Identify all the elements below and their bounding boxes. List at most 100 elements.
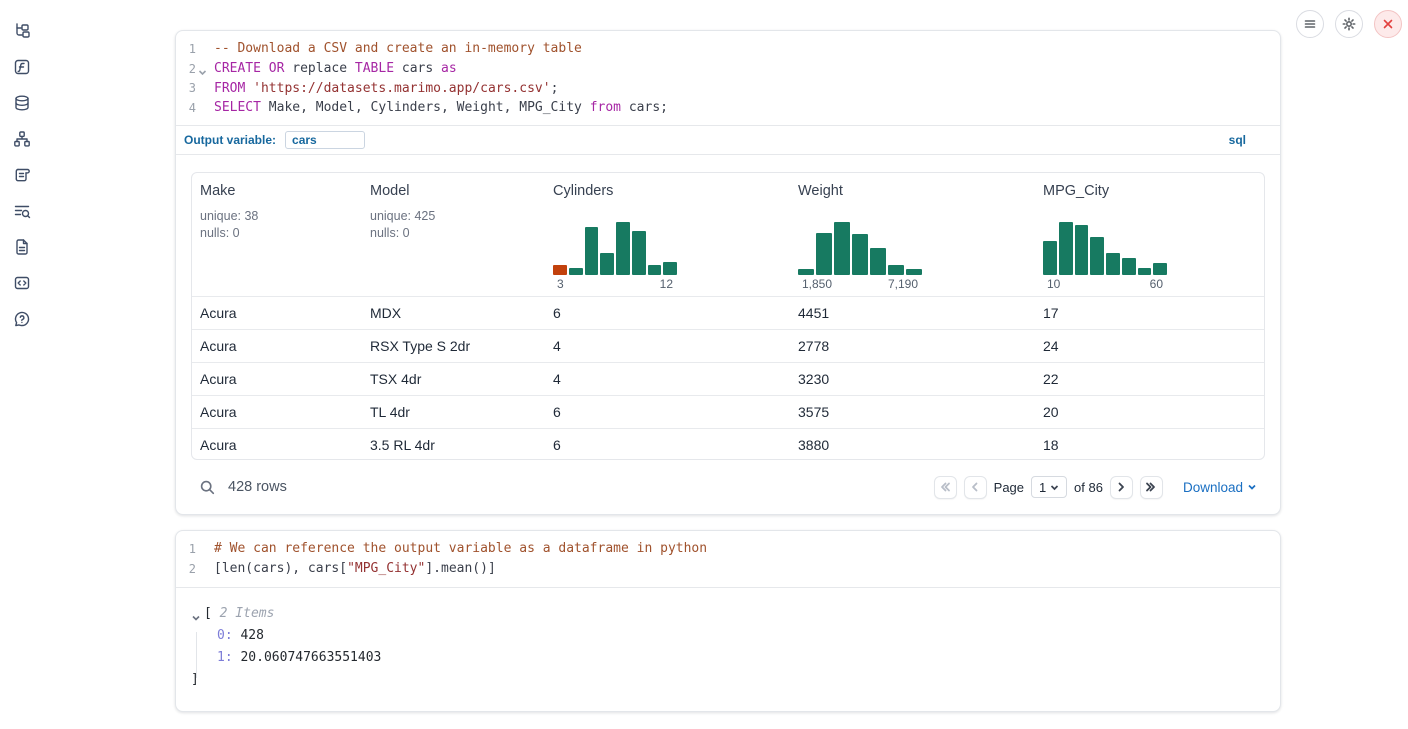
table-column-header: Makeunique: 38nulls: 0 xyxy=(192,173,362,296)
tree-entry: 1: 20.060747663551403 xyxy=(191,647,1280,669)
column-name: Model xyxy=(370,183,545,199)
histogram-bar xyxy=(1122,258,1136,275)
tree-guide-line xyxy=(196,632,197,678)
table-column-header: Modelunique: 425nulls: 0 xyxy=(362,173,545,296)
histogram-bar xyxy=(1059,222,1073,275)
page-total: of 86 xyxy=(1074,480,1103,495)
histogram-bar xyxy=(834,222,850,275)
histogram-bars xyxy=(798,222,922,275)
histogram-bar xyxy=(600,253,614,275)
table-cell: 24 xyxy=(1035,338,1264,354)
line-number: 2 xyxy=(176,62,196,76)
histogram-bar xyxy=(888,265,904,275)
settings-button[interactable] xyxy=(1335,10,1363,38)
column-histogram: 1,8507,190 xyxy=(798,222,922,291)
table-column-header: MPG_City1060 xyxy=(1035,173,1264,296)
fold-chevron-icon[interactable] xyxy=(198,66,207,75)
collapse-chevron-icon[interactable] xyxy=(191,609,201,619)
left-sidebar xyxy=(0,0,44,729)
column-name: Weight xyxy=(798,183,1035,199)
logs-search-icon[interactable] xyxy=(13,202,31,220)
entry-key: 1: xyxy=(217,650,233,665)
table-cell: 4451 xyxy=(790,305,1035,321)
file-tree-icon[interactable] xyxy=(13,22,31,40)
table-row: Acura3.5 RL 4dr6388018 xyxy=(192,428,1264,460)
column-name: Cylinders xyxy=(553,183,790,199)
list-open-bracket: [ xyxy=(204,603,212,625)
histogram-axis-labels: 312 xyxy=(553,277,677,291)
table-body: AcuraMDX6445117AcuraRSX Type S 2dr427782… xyxy=(192,296,1264,460)
hamburger-icon xyxy=(1303,17,1317,31)
code-line: 1 -- Download a CSV and create an in-memo… xyxy=(176,39,1280,59)
code-text: [len(cars), cars["MPG_City"].mean()] xyxy=(214,561,496,576)
histogram-bar xyxy=(616,222,630,275)
histogram-bar xyxy=(1138,268,1152,275)
page-select-value: 1 xyxy=(1039,480,1046,495)
close-icon xyxy=(1381,17,1395,31)
table-cell: RSX Type S 2dr xyxy=(362,338,545,354)
histogram-bar xyxy=(569,268,583,275)
document-icon[interactable] xyxy=(13,238,31,256)
database-icon[interactable] xyxy=(13,94,31,112)
column-name: Make xyxy=(200,183,362,199)
output-variable-label: Output variable: xyxy=(184,133,276,147)
line-number: 1 xyxy=(176,42,196,56)
python-code-editor[interactable]: 1# We can reference the output variable … xyxy=(176,531,1280,588)
download-button[interactable]: Download xyxy=(1183,480,1257,495)
table-cell: Acura xyxy=(192,305,362,321)
row-count: 428 rows xyxy=(228,479,287,495)
code-text: CREATE OR replace TABLE cars as xyxy=(214,61,457,76)
output-variable-input[interactable] xyxy=(285,131,365,149)
histogram-bar xyxy=(663,262,677,275)
sql-code-editor[interactable]: 1 -- Download a CSV and create an in-memo… xyxy=(176,31,1280,125)
histogram-bar xyxy=(553,265,567,275)
histogram-bar xyxy=(1106,253,1120,275)
table-cell: 20 xyxy=(1035,404,1264,420)
function-icon[interactable] xyxy=(13,58,31,76)
table-footer: 428 rows Page 1 of 86 xyxy=(191,460,1265,514)
code-text: -- Download a CSV and create an in-memor… xyxy=(214,41,582,56)
entry-value: 428 xyxy=(233,628,264,643)
chevron-down-icon xyxy=(1247,482,1257,492)
histogram-bar xyxy=(798,269,814,275)
sql-cell: 1 -- Download a CSV and create an in-memo… xyxy=(175,30,1281,515)
menu-button[interactable] xyxy=(1296,10,1324,38)
chevron-down-icon xyxy=(1050,483,1059,492)
histogram-bars xyxy=(553,222,677,275)
entry-key: 0: xyxy=(217,628,233,643)
table-cell: 6 xyxy=(545,305,790,321)
page-select[interactable]: 1 xyxy=(1031,476,1067,498)
script-icon[interactable] xyxy=(13,166,31,184)
table-cell: Acura xyxy=(192,437,362,453)
entry-value: 20.060747663551403 xyxy=(233,650,382,665)
output-variable-row: Output variable: sql xyxy=(176,125,1280,155)
histogram-axis-labels: 1,8507,190 xyxy=(798,277,922,291)
language-badge[interactable]: sql xyxy=(1229,133,1246,147)
snippets-code-icon[interactable] xyxy=(13,274,31,292)
line-number: 1 xyxy=(176,542,196,556)
search-icon[interactable] xyxy=(199,479,216,496)
page-label: Page xyxy=(994,480,1024,495)
table-cell: 6 xyxy=(545,404,790,420)
histogram-axis-labels: 1060 xyxy=(1043,277,1167,291)
next-page-button[interactable] xyxy=(1110,476,1133,499)
histogram-bar xyxy=(585,227,599,275)
table-cell: Acura xyxy=(192,371,362,387)
first-page-button[interactable] xyxy=(934,476,957,499)
table-row: AcuraTL 4dr6357520 xyxy=(192,395,1264,428)
prev-page-button[interactable] xyxy=(964,476,987,499)
table-cell: 3575 xyxy=(790,404,1035,420)
table-cell: TSX 4dr xyxy=(362,371,545,387)
help-icon[interactable] xyxy=(13,310,31,328)
code-text: FROM 'https://datasets.marimo.app/cars.c… xyxy=(214,81,558,96)
histogram-bar xyxy=(632,231,646,275)
items-count-label: 2 Items xyxy=(212,603,275,625)
code-line: 3FROM 'https://datasets.marimo.app/cars.… xyxy=(176,78,1280,98)
result-table: Makeunique: 38nulls: 0Modelunique: 425nu… xyxy=(191,172,1265,460)
column-histogram: 1060 xyxy=(1043,222,1167,291)
last-page-button[interactable] xyxy=(1140,476,1163,499)
table-header: Makeunique: 38nulls: 0Modelunique: 425nu… xyxy=(192,173,1264,296)
dependency-graph-icon[interactable] xyxy=(13,130,31,148)
histogram-bar xyxy=(870,248,886,275)
close-button[interactable] xyxy=(1374,10,1402,38)
